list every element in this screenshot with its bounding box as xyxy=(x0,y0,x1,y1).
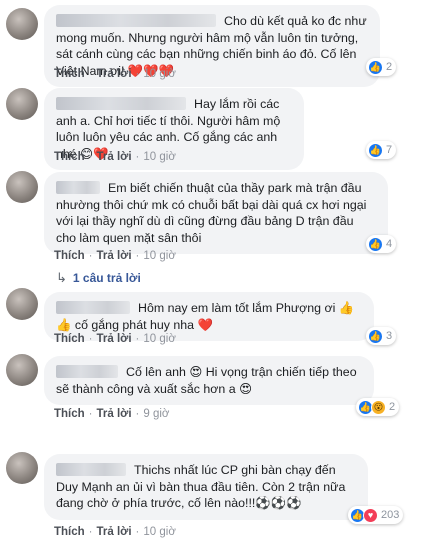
avatar[interactable] xyxy=(6,88,38,120)
wow-icon: 😮 xyxy=(371,399,386,415)
timestamp[interactable]: 10 giờ xyxy=(143,250,175,262)
like-link[interactable]: Thích xyxy=(54,408,85,420)
reply-link[interactable]: Trả lời xyxy=(97,68,132,80)
like-link[interactable]: Thích xyxy=(54,333,85,345)
comment-actions: Thích · Trả lời · 10 giờ xyxy=(54,68,176,80)
reaction-summary[interactable]: 👍 😮 2 xyxy=(356,398,400,416)
timestamp[interactable]: 10 giờ xyxy=(143,526,175,538)
timestamp[interactable]: 10 giờ xyxy=(143,151,175,163)
reaction-count: 3 xyxy=(386,330,393,342)
timestamp[interactable]: 10 giờ xyxy=(143,68,175,80)
commenter-name[interactable] xyxy=(56,463,126,476)
avatar[interactable] xyxy=(6,354,38,386)
separator: · xyxy=(135,408,140,420)
separator: · xyxy=(88,526,93,538)
reaction-count: 203 xyxy=(381,509,400,521)
separator: · xyxy=(88,333,93,345)
like-link[interactable]: Thích xyxy=(54,526,85,538)
separator: · xyxy=(135,68,140,80)
reaction-count: 7 xyxy=(386,144,393,156)
reply-link[interactable]: Trả lời xyxy=(97,526,132,538)
comment-actions: Thích · Trả lời · 10 giờ xyxy=(54,333,176,345)
commenter-name[interactable] xyxy=(56,301,130,314)
comment-actions: Thích · Trả lời · 10 giờ xyxy=(54,526,176,538)
separator: · xyxy=(135,250,140,262)
like-icon: 👍 xyxy=(368,142,383,158)
reply-link[interactable]: Trả lời xyxy=(97,250,132,262)
separator: · xyxy=(88,151,93,163)
reaction-summary[interactable]: 👍 2 xyxy=(366,58,397,76)
like-link[interactable]: Thích xyxy=(54,151,85,163)
separator: · xyxy=(88,68,93,80)
separator: · xyxy=(88,250,93,262)
reply-link[interactable]: Trả lời xyxy=(97,333,132,345)
separator: · xyxy=(88,408,93,420)
separator: · xyxy=(135,333,140,345)
reaction-count: 4 xyxy=(386,238,393,250)
avatar[interactable] xyxy=(6,8,38,40)
like-icon: 👍 xyxy=(368,328,383,344)
reply-link[interactable]: Trả lời xyxy=(97,408,132,420)
reaction-summary[interactable]: 👍 7 xyxy=(366,141,397,159)
separator: · xyxy=(135,151,140,163)
comment-actions: Thích · Trả lời · 9 giờ xyxy=(54,408,169,420)
reaction-summary[interactable]: 👍 4 xyxy=(366,235,397,253)
commenter-name[interactable] xyxy=(56,181,100,194)
comment-bubble: Em biết chiến thuật của thầy park mà trậ… xyxy=(44,172,388,254)
reaction-summary[interactable]: 👍 3 xyxy=(366,327,397,345)
like-icon: 👍 xyxy=(368,236,383,252)
comment-bubble: Cố lên anh 😍 Hi vọng trận chiến tiếp the… xyxy=(44,356,374,405)
avatar[interactable] xyxy=(6,452,38,484)
like-link[interactable]: Thích xyxy=(54,250,85,262)
separator: · xyxy=(135,526,140,538)
reaction-count: 2 xyxy=(389,401,396,413)
like-link[interactable]: Thích xyxy=(54,68,85,80)
reaction-summary[interactable]: 👍 ♥ 203 xyxy=(348,506,404,524)
commenter-name[interactable] xyxy=(56,97,186,110)
comment-text: Em biết chiến thuật của thầy park mà trậ… xyxy=(56,181,367,245)
commenter-name[interactable] xyxy=(56,365,118,378)
view-replies-link[interactable]: ↳ 1 câu trả lời xyxy=(56,270,141,286)
replies-count-label[interactable]: 1 câu trả lời xyxy=(73,271,141,285)
love-icon: ♥ xyxy=(363,507,378,523)
commenter-name[interactable] xyxy=(56,14,216,27)
timestamp[interactable]: 9 giờ xyxy=(143,408,169,420)
comment-actions: Thích · Trả lời · 10 giờ xyxy=(54,250,176,262)
avatar[interactable] xyxy=(6,288,38,320)
reply-arrow-icon: ↳ xyxy=(56,270,67,285)
reaction-count: 2 xyxy=(386,61,393,73)
comment-actions: Thích · Trả lời · 10 giờ xyxy=(54,151,176,163)
reply-link[interactable]: Trả lời xyxy=(97,151,132,163)
timestamp[interactable]: 10 giờ xyxy=(143,333,175,345)
like-icon: 👍 xyxy=(368,59,383,75)
comment-bubble: Thichs nhất lúc CP ghi bàn chạy đến Duy … xyxy=(44,454,368,520)
avatar[interactable] xyxy=(6,171,38,203)
